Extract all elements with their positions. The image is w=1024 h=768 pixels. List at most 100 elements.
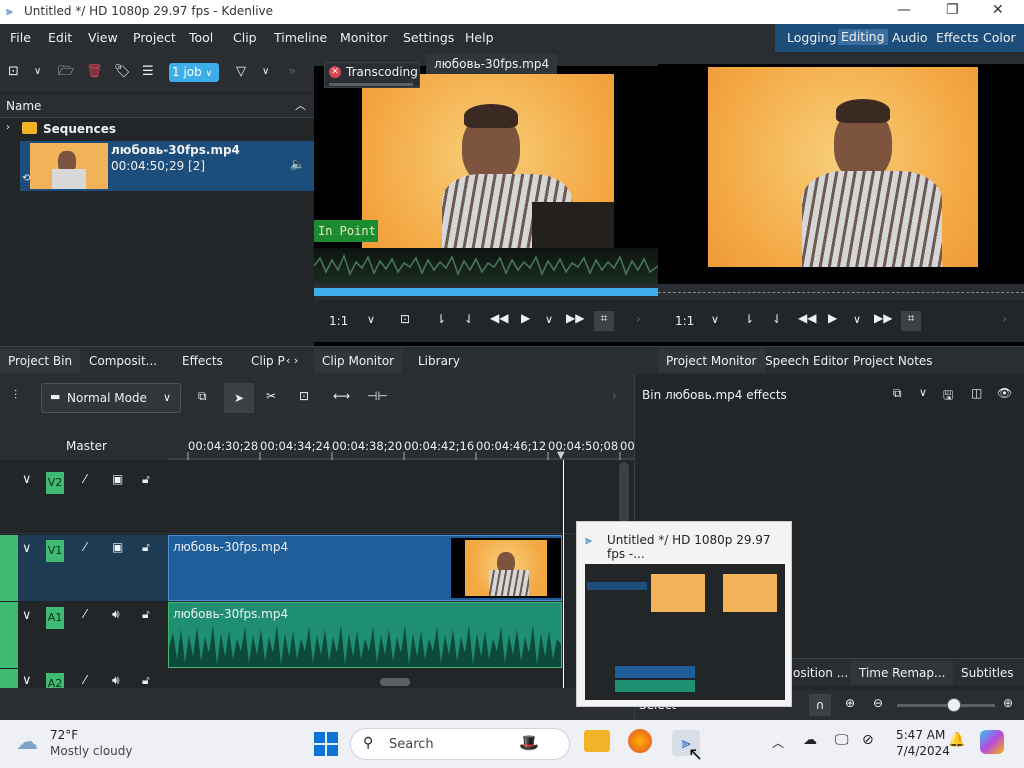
split-view-icon[interactable]: ◫ — [971, 386, 982, 400]
project-zoom[interactable]: 1:1 — [675, 314, 694, 328]
tab-compositions[interactable]: Composit... — [81, 349, 165, 373]
weather-temp[interactable]: 72°F — [50, 728, 78, 742]
restore-icon[interactable]: ❐ — [946, 2, 959, 18]
timeline-hscroll[interactable] — [380, 678, 410, 686]
crop-icon[interactable]: ⌗ — [594, 311, 614, 331]
tab-scroll-icon[interactable]: ‹ › — [286, 354, 298, 367]
workspace-color[interactable]: Color — [983, 30, 1016, 45]
set-out-icon[interactable]: ⇃ — [772, 312, 782, 326]
zoom-slider-handle[interactable] — [947, 698, 961, 712]
column-name[interactable]: Name — [6, 99, 41, 113]
tab-project-bin[interactable]: Project Bin — [0, 349, 81, 373]
zoom-slider[interactable] — [897, 704, 995, 707]
select-tool-icon[interactable]: ➤ — [224, 383, 254, 413]
filter-icon[interactable]: ▽ — [236, 62, 246, 82]
track-lane-v2[interactable] — [168, 462, 614, 534]
crop-icon[interactable]: ⌗ — [901, 311, 921, 331]
collapse-icon[interactable]: ∨ — [22, 472, 32, 487]
notification-icon[interactable]: 🔔 — [948, 732, 965, 748]
project-monitor-video[interactable] — [708, 67, 978, 267]
menu-timeline[interactable]: Timeline — [274, 30, 327, 45]
menu-clip[interactable]: Clip — [233, 30, 257, 45]
tab-clip-monitor[interactable]: Clip Monitor — [314, 349, 403, 373]
slip-icon[interactable]: ⊣⊢ — [367, 389, 388, 403]
taskbar-preview-popup[interactable]: ⫸ Untitled */ HD 1080p 29.97 fps -... — [576, 521, 792, 707]
play-options-icon[interactable]: ∨ — [853, 313, 861, 326]
save-stack-icon[interactable]: 🖫 — [943, 386, 953, 407]
track-header-a1[interactable]: ∨ A1 ⁄ 🔊︎ 🔓︎ — [0, 602, 168, 668]
add-clip-icon[interactable]: ⊡ — [8, 62, 19, 82]
speaker-icon[interactable]: 🔊︎ — [112, 673, 120, 688]
track-header-a2[interactable]: ∨ A2 ⁄ 🔊︎ 🔓︎ — [0, 669, 168, 688]
play-options-icon[interactable]: ∨ — [545, 313, 553, 326]
tab-subtitles[interactable]: Subtitles — [953, 661, 1022, 685]
menu-tool[interactable]: Tool — [189, 30, 213, 45]
menu-monitor[interactable]: Monitor — [340, 30, 388, 45]
firefox-icon[interactable] — [628, 729, 652, 753]
effects-wand-icon[interactable]: ⁄ — [84, 472, 86, 486]
folder-row[interactable]: › Sequences — [0, 120, 314, 140]
delete-icon[interactable]: 🗑 — [86, 62, 103, 82]
zoom-chevron-icon[interactable]: ∨ — [367, 313, 375, 326]
sort-icon[interactable]: ︿ — [295, 97, 306, 113]
track-name[interactable]: V2 — [46, 472, 64, 494]
workspace-audio[interactable]: Audio — [892, 30, 928, 45]
forward-icon[interactable]: ▶▶ — [566, 311, 584, 325]
tab-speech-editor[interactable]: Speech Editor — [757, 349, 857, 373]
track-header-v1[interactable]: ∨ V1 ⁄ ▣ 🔓︎ — [0, 535, 168, 601]
eye-icon[interactable]: 👁 — [997, 386, 1012, 400]
clip-monitor-video[interactable] — [362, 74, 614, 262]
collapse-icon[interactable]: ∨ — [22, 608, 32, 623]
menu-help[interactable]: Help — [465, 30, 494, 45]
menu-edit[interactable]: Edit — [48, 30, 72, 45]
set-in-icon[interactable]: ⇂ — [436, 312, 446, 326]
close-icon[interactable]: ✕ — [992, 2, 1004, 18]
ripple-icon[interactable]: ⟷ — [333, 389, 350, 403]
film-icon[interactable]: ▣ — [112, 472, 123, 486]
menu-view[interactable]: View — [88, 30, 118, 45]
clock-time[interactable]: 5:47 AM — [896, 728, 945, 742]
timeline-ruler[interactable]: Master 00:04:30;28 00:04:34;24 00:04:38;… — [0, 422, 646, 461]
zoom-out-icon[interactable]: ⊖ — [873, 696, 883, 710]
tab-effects[interactable]: Effects — [174, 349, 231, 373]
speaker-icon[interactable]: 🔊︎ — [112, 607, 120, 622]
magnet-icon[interactable]: ∩ — [809, 694, 831, 716]
network-icon[interactable]: ⊘ — [862, 732, 874, 748]
forward-icon[interactable]: ▶▶ — [874, 311, 892, 325]
zoom-in-icon[interactable]: ⊕ — [1003, 696, 1013, 710]
clock-date[interactable]: 7/4/2024 — [896, 744, 950, 758]
menu-project[interactable]: Project — [133, 30, 176, 45]
track-name[interactable]: A2 — [46, 673, 64, 688]
lock-icon[interactable]: 🔓︎ — [142, 673, 150, 688]
tag-icon[interactable]: 🏷 — [114, 62, 131, 82]
razor-icon[interactable]: ✂ — [266, 389, 276, 403]
film-icon[interactable]: ▣ — [112, 540, 123, 554]
lock-icon[interactable]: 🔓︎ — [142, 607, 150, 622]
play-icon[interactable]: ▶ — [828, 311, 837, 325]
set-in-icon[interactable]: ⇂ — [744, 312, 754, 326]
audio-clip[interactable]: любовь-30fps.mp4 — [168, 602, 562, 668]
transcoding-indicator[interactable]: ✕ Transcoding — [324, 62, 420, 88]
toolbar-more-icon[interactable]: › — [612, 389, 617, 403]
play-icon[interactable]: ▶ — [521, 311, 530, 325]
workspace-logging[interactable]: Logging — [787, 30, 837, 45]
weather-desc[interactable]: Mostly cloudy — [50, 744, 133, 758]
spacer-icon[interactable]: ⊡ — [299, 389, 309, 403]
rewind-icon[interactable]: ◀◀ — [798, 311, 816, 325]
onedrive-icon[interactable]: ☁ — [803, 732, 817, 748]
playhead[interactable] — [563, 460, 564, 688]
lock-icon[interactable]: 🔓︎ — [142, 472, 150, 487]
tab-project-monitor[interactable]: Project Monitor — [658, 349, 765, 373]
workspace-effects[interactable]: Effects — [936, 30, 979, 45]
video-clip[interactable]: любовь-30fps.mp4 — [168, 535, 562, 601]
effects-wand-icon[interactable]: ⁄ — [84, 607, 86, 621]
expand-icon[interactable]: › — [6, 122, 10, 133]
tab-library[interactable]: Library — [410, 349, 468, 373]
clip-ruler[interactable] — [314, 284, 658, 300]
project-ruler[interactable] — [658, 284, 1024, 300]
filter-chevron-icon[interactable]: ∨ — [262, 62, 269, 82]
compare-chevron-icon[interactable]: ∨ — [919, 386, 927, 399]
clip-name-tab[interactable]: любовь-30fps.mp4 — [426, 54, 558, 74]
tab-composition[interactable]: osition ... — [785, 661, 856, 685]
snap-icon[interactable]: ⧉ — [198, 389, 207, 404]
